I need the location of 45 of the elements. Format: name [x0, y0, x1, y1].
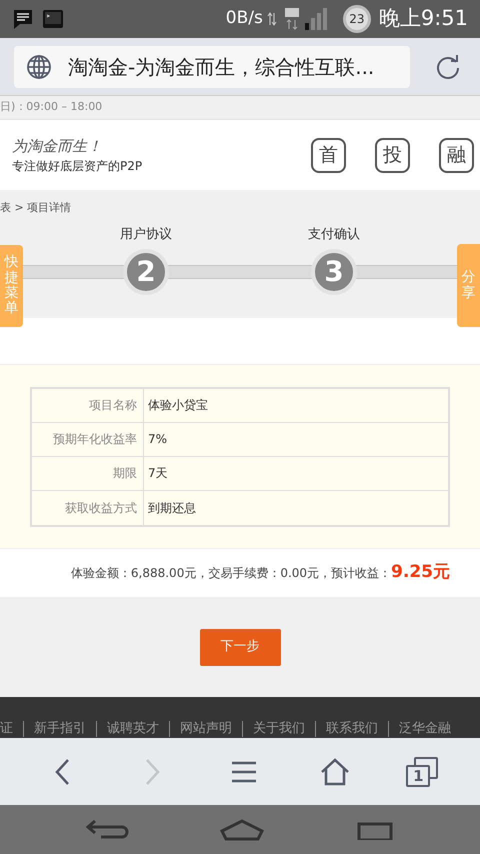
summary-text: 体验金额：6,888.00元，交易手续费：0.00元，预计收益：	[70, 565, 392, 582]
address-field[interactable]: 淘淘金-为淘金而生，综合性互联...	[14, 46, 410, 88]
table-cell-text: 到期还息	[147, 500, 197, 516]
nav-button[interactable]: 融	[439, 138, 474, 172]
step-label: 用户协议	[120, 226, 172, 244]
recents-icon[interactable]	[355, 820, 395, 840]
footer-link[interactable]: 联系我们	[316, 721, 389, 737]
table-cell: 预期年化收益率	[32, 422, 144, 456]
footer-link[interactable]: 关于我们	[243, 721, 316, 737]
footer-link[interactable]: 泛华金融	[389, 721, 461, 737]
slogan: 为淘金而生！	[12, 136, 103, 157]
step-number: 2	[123, 248, 169, 294]
terminal-icon	[42, 9, 64, 29]
clock: 晚上9:51	[378, 5, 468, 32]
nav-button[interactable]: 投	[375, 138, 410, 172]
table-cell-text: 7天	[147, 465, 169, 482]
footer-link[interactable]: 诚聘英才	[97, 721, 170, 737]
table-cell-text: 7%	[147, 431, 168, 448]
step-label: 支付确认	[308, 226, 360, 244]
table-cell: 期限	[32, 456, 144, 490]
nav-button[interactable]: 首	[311, 138, 346, 172]
globe-icon	[26, 54, 52, 80]
step-number: 3	[311, 248, 357, 294]
footer-link[interactable]: 证	[0, 721, 24, 737]
data-arrows-icon	[266, 11, 277, 27]
service-hours: 日)：09:00 – 18:00	[0, 99, 102, 116]
message-icon	[12, 8, 34, 30]
expected-return: 9.25元	[391, 561, 450, 584]
chevron-left-icon	[52, 758, 71, 786]
home-icon[interactable]	[219, 818, 265, 840]
tagline: 专注做好底层资产的P2P	[12, 158, 142, 176]
footer-link[interactable]: 新手指引	[24, 721, 97, 737]
breadcrumb: 表 > 项目详情	[0, 200, 72, 216]
footer-link[interactable]: 网站声明	[170, 721, 243, 737]
next-button[interactable]: 下一步	[200, 628, 280, 666]
menu-icon	[230, 760, 257, 782]
reload-icon	[434, 52, 462, 80]
chevron-right-icon	[144, 758, 162, 786]
table-cell: 项目名称	[32, 388, 144, 422]
home-icon	[320, 758, 350, 786]
table-cell-text: 体验小贷宝	[147, 397, 209, 414]
back-icon[interactable]	[85, 818, 129, 842]
network-speed: 0B/s	[226, 7, 263, 30]
battery-indicator: 23	[342, 5, 371, 33]
table-cell: 获取收益方式	[32, 490, 144, 524]
